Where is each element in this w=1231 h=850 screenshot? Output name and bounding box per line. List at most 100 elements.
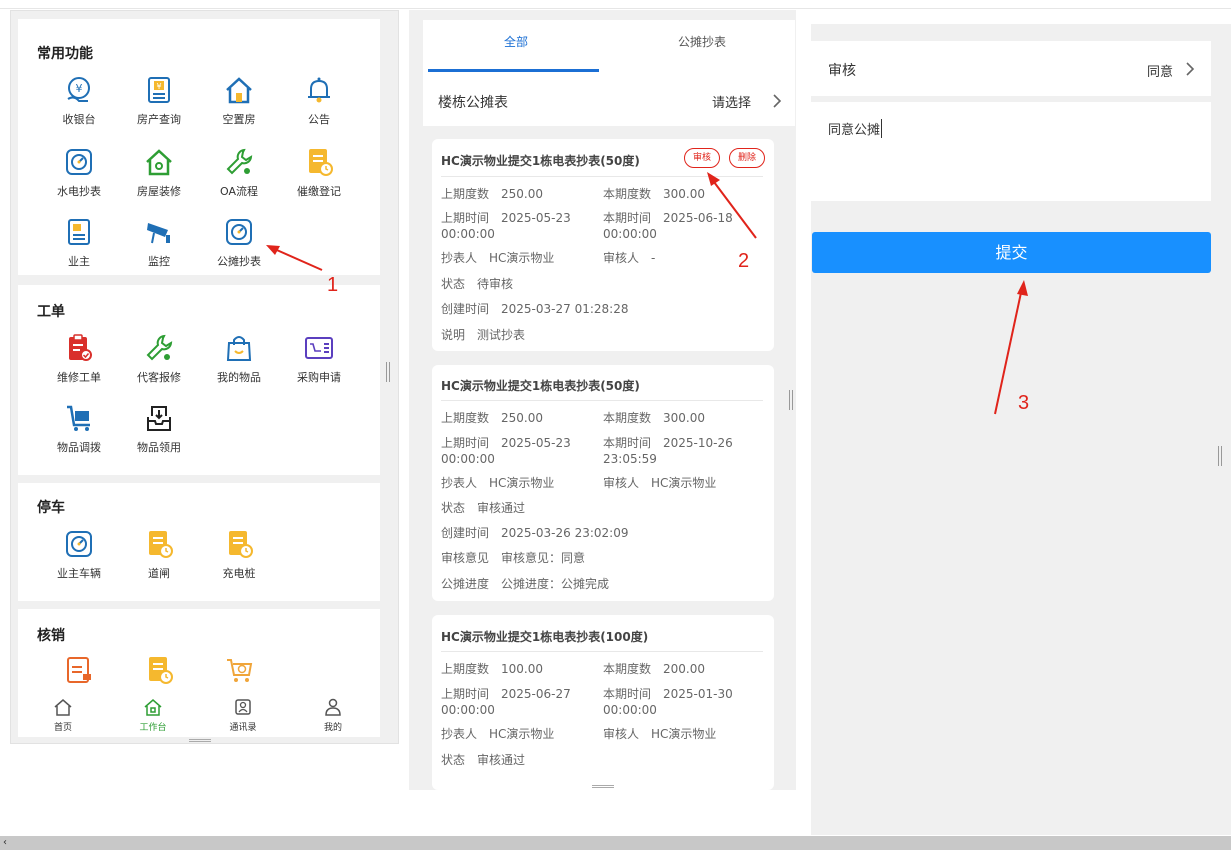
camera-icon <box>147 223 170 244</box>
meter-card[interactable]: HC演示物业提交1栋电表抄表(50度) 上期度数 250.00 本期度数 300.0… <box>432 365 774 601</box>
audit-button[interactable]: 审核 <box>684 148 720 168</box>
field-last-reading: 上期度数 250.00 <box>441 186 543 202</box>
field-label: 公摊进度 <box>441 577 490 591</box>
field-label: 本期度数 <box>603 411 652 425</box>
tab-workbench[interactable]: 工作台 <box>108 691 198 737</box>
tab-home[interactable]: 首页 <box>18 691 108 737</box>
field-auditor: 审核人 - <box>603 250 655 266</box>
field-last-reading: 上期度数 100.00 <box>441 661 543 677</box>
splitter-handle[interactable] <box>1218 446 1222 466</box>
field-label: 审核意见 <box>441 551 490 565</box>
grid-item-item-transfer[interactable]: 物品调拨 <box>40 403 118 465</box>
owner-icon <box>68 219 90 245</box>
building-selector[interactable]: 楼栋公摊表 请选择 <box>423 76 795 126</box>
grid-item-owner[interactable]: 业主 <box>40 217 118 279</box>
grid-item-cashier[interactable]: ¥ 收银台 <box>40 75 118 137</box>
tab-mine[interactable]: 我的 <box>288 691 378 737</box>
grid-item-label: 物品领用 <box>137 441 181 454</box>
grid-item-repair-order[interactable]: 维修工单 <box>40 333 118 395</box>
resize-handle[interactable] <box>592 785 614 788</box>
field-created-time: 创建时间 2025-03-27 01:28:28 <box>441 301 628 317</box>
document-clock-icon <box>149 531 173 558</box>
field-value: 审核通过 <box>477 753 526 767</box>
grid-item-label: 物品调拨 <box>57 441 101 454</box>
grid-item-purchase-request[interactable]: 采购申请 <box>280 333 358 395</box>
horizontal-scrollbar[interactable]: ‹ <box>0 836 1231 850</box>
field-value: 审核意见：同意 <box>501 551 586 565</box>
purchase-icon <box>305 337 333 359</box>
workbench-panel: 常用功能 ¥ 收银台 ¥ 房产查询 空置房 公告 水电抄表 房屋装修 OA流程 … <box>10 10 399 744</box>
grid-item-payment-reminder[interactable]: 催缴登记 <box>280 147 358 209</box>
grid-item-house-renovation[interactable]: 房屋装修 <box>120 147 198 209</box>
field-this-reading: 本期度数 300.00 <box>603 186 705 202</box>
splitter-handle[interactable] <box>789 390 793 410</box>
grid-item-property-query[interactable]: ¥ 房产查询 <box>120 75 198 137</box>
field-label: 上期时间 <box>441 211 490 225</box>
section-parking: 停车 业主车辆 道闸 充电桩 <box>18 483 380 601</box>
grid-item-my-items[interactable]: 我的物品 <box>200 333 278 395</box>
tab-all[interactable]: 全部 <box>423 20 609 76</box>
section-title: 核销 <box>37 628 65 644</box>
annotation-arrow-2 <box>707 172 757 239</box>
field-value: HC演示物业 <box>489 251 555 265</box>
field-value: - <box>651 251 656 265</box>
annotation-number-1: 1 <box>327 274 339 296</box>
grid-item-vacant-house[interactable]: 空置房 <box>200 75 278 137</box>
grid-item-label: 道闸 <box>148 567 170 580</box>
field-value: HC演示物业 <box>651 476 717 490</box>
section-common: 常用功能 ¥ 收银台 ¥ 房产查询 空置房 公告 水电抄表 房屋装修 OA流程 … <box>18 19 380 275</box>
grid-item-barrier-gate[interactable]: 道闸 <box>120 529 198 591</box>
field-label: 审核人 <box>603 727 640 741</box>
field-remark: 说明 测试抄表 <box>441 327 525 343</box>
grid-item-item-receive[interactable]: 物品领用 <box>120 403 198 465</box>
field-value: 00:00:00 <box>441 452 495 466</box>
field-last-time: 上期时间 2025-05-23 00:00:00 <box>441 435 571 467</box>
field-auditor: 审核人 HC演示物业 <box>603 726 716 742</box>
contacts-icon <box>235 699 251 715</box>
grid-item-oa-process[interactable]: OA流程 <box>200 147 278 209</box>
audit-opinion-textarea[interactable]: 同意公摊 <box>811 102 1211 201</box>
card-title: HC演示物业提交1栋电表抄表(50度) <box>441 154 640 168</box>
field-value: 00:00:00 <box>441 703 495 717</box>
grid-item-announcement[interactable]: 公告 <box>280 75 358 137</box>
field-label: 本期时间 <box>603 211 652 225</box>
section-title: 停车 <box>37 500 65 516</box>
grid-item-meter-reading[interactable]: 水电抄表 <box>40 147 118 209</box>
resize-handle[interactable] <box>189 739 211 742</box>
grid-item-monitor[interactable]: 监控 <box>120 217 198 279</box>
card-title: HC演示物业提交1栋电表抄表(50度) <box>441 379 640 393</box>
tab-shared-meter[interactable]: 公摊抄表 <box>609 20 795 76</box>
splitter-handle[interactable] <box>386 362 390 382</box>
shared-meter-icon <box>226 219 252 245</box>
house-renovation-icon <box>146 149 172 176</box>
field-value: 00:00:00 <box>603 703 657 717</box>
field-label: 本期时间 <box>603 436 652 450</box>
grid-item-label: 房产查询 <box>137 113 181 126</box>
audit-result-row[interactable]: 审核 同意 <box>811 41 1211 96</box>
field-this-time: 本期时间 2025-10-26 23:05:59 <box>603 435 733 467</box>
delete-button[interactable]: 删除 <box>729 148 765 168</box>
grid-item-label: 监控 <box>148 255 170 268</box>
property-query-icon: ¥ <box>148 77 170 103</box>
grid-item-proxy-repair[interactable]: 代客报修 <box>120 333 198 395</box>
submit-button[interactable]: 提交 <box>812 232 1211 273</box>
audit-row-label: 审核 <box>828 63 856 79</box>
clipboard-icon <box>69 334 92 361</box>
scroll-left-icon[interactable]: ‹ <box>3 836 7 850</box>
meter-card[interactable]: HC演示物业提交1栋电表抄表(100度) 上期度数 100.00 本期度数 200.… <box>432 615 774 790</box>
document-clock-icon <box>309 149 333 176</box>
field-value: 250.00 <box>501 411 544 425</box>
annotation-arrow-1 <box>266 245 323 271</box>
field-value: 2025-03-26 23:02:09 <box>501 526 629 540</box>
grid-item-label: 代客报修 <box>137 371 181 384</box>
grid-item-owner-vehicle[interactable]: 业主车辆 <box>40 529 118 591</box>
document-clock-icon <box>229 531 253 558</box>
field-value: 2025-05-23 <box>501 211 571 225</box>
grid-item-charging-pile[interactable]: 充电桩 <box>200 529 278 591</box>
tab-contacts[interactable]: 通讯录 <box>198 691 288 737</box>
field-value: 2025-05-23 <box>501 436 571 450</box>
field-value: 2025-01-30 <box>663 687 733 701</box>
grid-item-label: 水电抄表 <box>57 185 101 198</box>
field-value: 2025-10-26 <box>663 436 733 450</box>
field-value: 审核通过 <box>477 501 526 515</box>
